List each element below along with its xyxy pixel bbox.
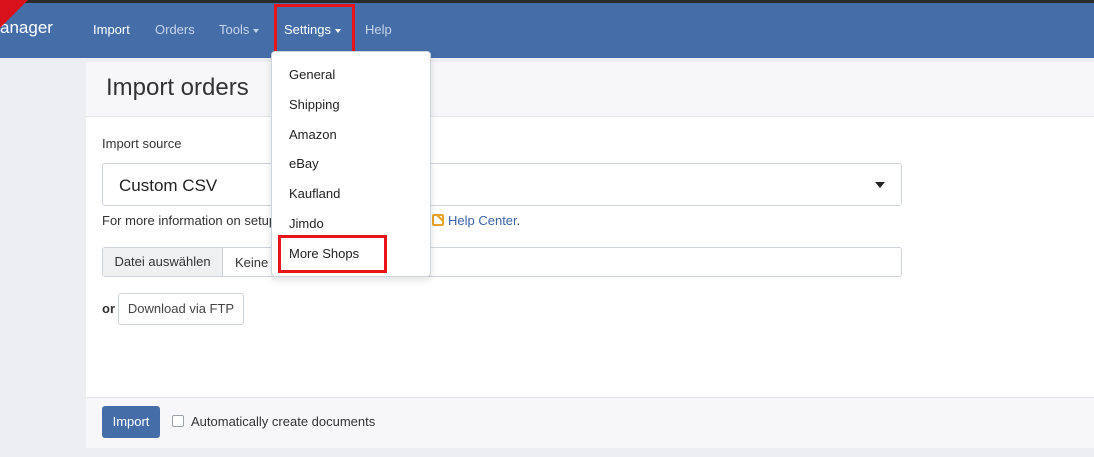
import-source-label: Import source — [102, 136, 182, 151]
import-button[interactable]: Import — [102, 406, 160, 438]
settings-dropdown-menu: General Shipping Amazon eBay Kaufland Ji… — [271, 51, 431, 277]
chevron-down-icon — [253, 28, 260, 33]
menu-item-amazon[interactable]: Amazon — [289, 127, 337, 142]
help-center-link[interactable]: Help Center. — [432, 213, 520, 228]
choose-file-button[interactable]: Datei auswählen — [103, 248, 223, 276]
page-title: Import orders — [106, 74, 249, 101]
or-label: or — [102, 301, 115, 316]
more-shops-highlight-box — [278, 235, 387, 273]
menu-item-jimdo[interactable]: Jimdo — [289, 216, 324, 231]
auto-create-label[interactable]: Automatically create documents — [191, 414, 375, 429]
import-source-select[interactable]: Custom CSV — [102, 163, 902, 206]
nav-tools-label: Tools — [219, 22, 250, 37]
help-center-label: Help Center — [448, 213, 517, 228]
panel-header: Import orders — [86, 62, 1094, 117]
auto-create-checkbox[interactable] — [172, 415, 184, 427]
file-name-text: Keine — [235, 255, 269, 270]
panel-footer: Import Automatically create documents — [86, 397, 1094, 448]
settings-highlight-box — [274, 4, 355, 56]
nav-orders[interactable]: Orders — [155, 22, 195, 37]
navbar: anager Import Orders Tools Settings Help — [0, 3, 1094, 58]
setup-info-text: For more information on setup — [102, 213, 277, 228]
caret-down-icon — [875, 182, 885, 188]
corner-ribbon — [0, 0, 28, 28]
nav-import[interactable]: Import — [93, 22, 130, 37]
file-input[interactable]: Datei auswählen Keine — [102, 247, 902, 277]
menu-item-general[interactable]: General — [289, 67, 335, 82]
import-source-value: Custom CSV — [119, 176, 218, 195]
nav-tools[interactable]: Tools — [219, 22, 260, 37]
help-link-suffix: . — [516, 213, 521, 228]
menu-item-kaufland[interactable]: Kaufland — [289, 186, 340, 201]
external-link-icon — [432, 214, 444, 226]
download-ftp-button[interactable]: Download via FTP — [118, 293, 244, 325]
menu-item-shipping[interactable]: Shipping — [289, 97, 340, 112]
nav-help[interactable]: Help — [365, 22, 392, 37]
menu-item-ebay[interactable]: eBay — [289, 156, 319, 171]
import-panel: Import orders Import source Custom CSV F… — [86, 62, 1094, 448]
